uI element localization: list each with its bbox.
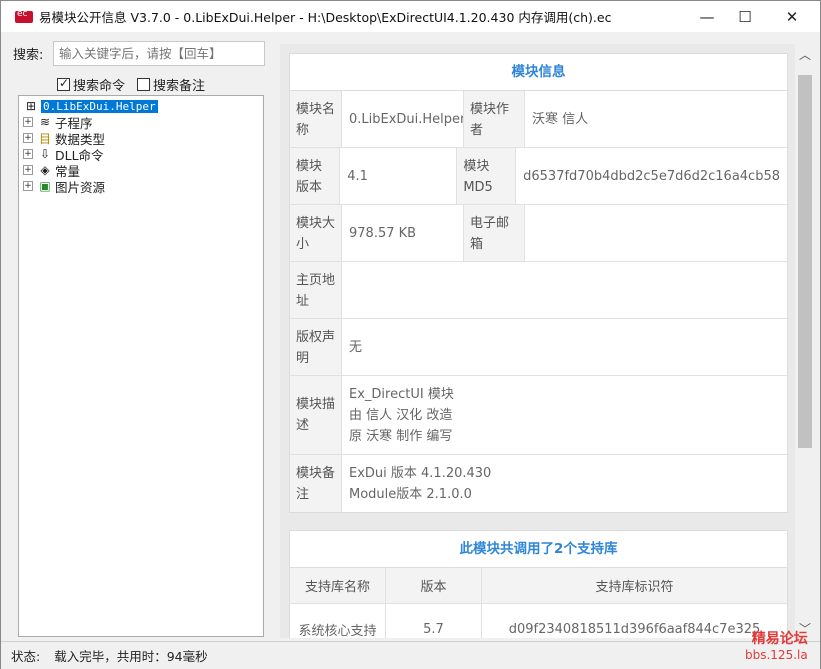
tree-root-label[interactable]: 0.LibExDui.Helper — [41, 99, 158, 113]
search-label: 搜索: — [13, 48, 44, 63]
remark-value: ExDui 版本 4.1.20.430 Module版本 2.1.0.0 — [342, 455, 498, 512]
main-window: 易模块公开信息 V3.7.0 - 0.LibExDui.Helper - H:\… — [0, 0, 821, 669]
table-row: 系统核心支持 5.7 d09f2340818511d396f6aaf844c7e… — [290, 604, 787, 638]
info-key: 模块版本 — [290, 148, 341, 204]
expand-icon[interactable]: + — [23, 149, 33, 159]
copyright-row: 版权声明 无 — [290, 319, 787, 376]
layers-icon: ≋ — [39, 115, 51, 129]
support-version: 5.7 — [386, 604, 482, 638]
info-pane[interactable]: 模块信息 模块名称 0.LibExDui.Helper 模块作者 沃寒 信人 模… — [280, 44, 795, 638]
status-bar: 状态: 载入完毕，共用时：94毫秒 — [1, 641, 820, 669]
info-row: 模块名称 0.LibExDui.Helper 模块作者 沃寒 信人 — [290, 91, 787, 148]
checkbox-unchecked-icon[interactable] — [137, 78, 151, 91]
vertical-scrollbar[interactable]: ︿ ﹀ — [795, 44, 815, 638]
module-tree[interactable]: ⊞ 0.LibExDui.Helper + ≋ 子程序 + 目 数据类型 + ⇩… — [18, 95, 264, 637]
close-button[interactable]: ✕ — [769, 1, 815, 32]
search-notes-label: 搜索备注 — [153, 79, 206, 94]
search-row: 搜索: — [13, 41, 265, 66]
checkbox-checked-icon[interactable] — [57, 76, 70, 91]
expand-icon[interactable]: + — [23, 181, 33, 191]
info-value: 4.1 — [347, 168, 368, 184]
info-row: 模块版本 4.1 模块MD5 d6537fd70b4dbd2c5e7d6d2c1… — [290, 148, 787, 205]
data-type-icon: 目 — [38, 131, 51, 146]
image-resource-icon: ▣ — [39, 179, 51, 193]
support-library-card: 此模块共调用了2个支持库 支持库名称 版本 支持库标识符 系统核心支持 5.7 … — [289, 530, 788, 638]
info-key: 模块名称 — [290, 91, 342, 147]
watermark-title: 精易论坛 — [751, 631, 808, 647]
window-title: 易模块公开信息 V3.7.0 - 0.LibExDui.Helper - H:\… — [39, 10, 612, 25]
left-pane: 搜索: 搜索命令 搜索备注 ⊞ 0.LibExDui.Helper + ≋ 子程… — [13, 32, 269, 638]
dll-icon: ⇩ — [39, 147, 51, 161]
module-root-icon: ⊞ — [25, 99, 37, 113]
info-value: d6537fd70b4dbd2c5e7d6d2c16a4cb58 — [523, 168, 780, 184]
tree-item-label: 图片资源 — [55, 179, 106, 195]
watermark-url: bbs.125.la — [745, 648, 808, 662]
info-value: 978.57 KB — [349, 225, 417, 241]
tree-item-images[interactable]: + ▣ 图片资源 — [23, 178, 106, 195]
search-commands-label: 搜索命令 — [73, 79, 126, 94]
constant-icon: ◈ — [40, 163, 50, 177]
info-row: 模块大小 978.57 KB 电子邮箱 — [290, 205, 787, 262]
search-input[interactable] — [53, 41, 265, 66]
title-bar[interactable]: 易模块公开信息 V3.7.0 - 0.LibExDui.Helper - H:\… — [1, 1, 820, 32]
support-id: d09f2340818511d396f6aaf844c7e325 — [508, 621, 761, 637]
description-line: 原 沃寒 制作 编写 — [349, 428, 453, 444]
status-text: 载入完毕，共用时：94毫秒 — [54, 649, 208, 664]
support-table-header: 支持库名称 版本 支持库标识符 — [290, 568, 787, 604]
description-line: Ex_DirectUI 模块 — [349, 386, 454, 402]
module-info-card: 模块信息 模块名称 0.LibExDui.Helper 模块作者 沃寒 信人 模… — [289, 53, 788, 513]
expand-icon[interactable]: + — [23, 133, 33, 143]
app-icon — [15, 9, 33, 23]
info-key: 模块描述 — [290, 376, 342, 454]
scroll-up-icon[interactable]: ︿ — [799, 46, 811, 63]
support-name: 系统核心支持 — [290, 604, 386, 638]
scroll-thumb[interactable] — [798, 75, 812, 448]
homepage-row: 主页地址 — [290, 262, 787, 319]
info-value: 无 — [349, 339, 363, 355]
support-library-title: 此模块共调用了2个支持库 — [290, 531, 787, 568]
search-options: 搜索命令 搜索备注 — [57, 75, 205, 94]
column-header: 版本 — [386, 568, 482, 603]
search-notes-checkbox[interactable]: 搜索备注 — [137, 75, 205, 94]
info-key: 模块MD5 — [456, 148, 517, 204]
info-key: 模块大小 — [290, 205, 342, 261]
info-value — [342, 262, 356, 318]
column-header: 支持库名称 — [290, 568, 386, 603]
watermark: 精易论坛 bbs.125.la — [745, 628, 808, 662]
description-value: Ex_DirectUI 模块 由 信人 汉化 改造 原 沃寒 制作 编写 — [342, 376, 461, 454]
column-header: 支持库标识符 — [595, 580, 674, 595]
info-key: 模块作者 — [463, 91, 525, 147]
info-value — [525, 205, 539, 261]
info-key: 版权声明 — [290, 319, 342, 375]
remark-line: ExDui 版本 4.1.20.430 — [349, 465, 492, 481]
module-info-title: 模块信息 — [290, 54, 787, 91]
expand-icon[interactable]: + — [23, 165, 33, 175]
info-key: 主页地址 — [290, 262, 342, 318]
info-key: 电子邮箱 — [463, 205, 525, 261]
status-label: 状态: — [11, 649, 41, 664]
info-value: 沃寒 信人 — [532, 111, 589, 127]
description-row: 模块描述 Ex_DirectUI 模块 由 信人 汉化 改造 原 沃寒 制作 编… — [290, 376, 787, 455]
maximize-button[interactable]: ☐ — [722, 1, 768, 32]
info-value: 0.LibExDui.Helper — [349, 111, 466, 127]
remark-line: Module版本 2.1.0.0 — [349, 486, 472, 502]
description-line: 由 信人 汉化 改造 — [349, 407, 453, 423]
expand-icon[interactable]: + — [23, 117, 33, 127]
remark-row: 模块备注 ExDui 版本 4.1.20.430 Module版本 2.1.0.… — [290, 455, 787, 512]
search-commands-checkbox[interactable]: 搜索命令 — [57, 75, 125, 94]
info-key: 模块备注 — [290, 455, 342, 512]
